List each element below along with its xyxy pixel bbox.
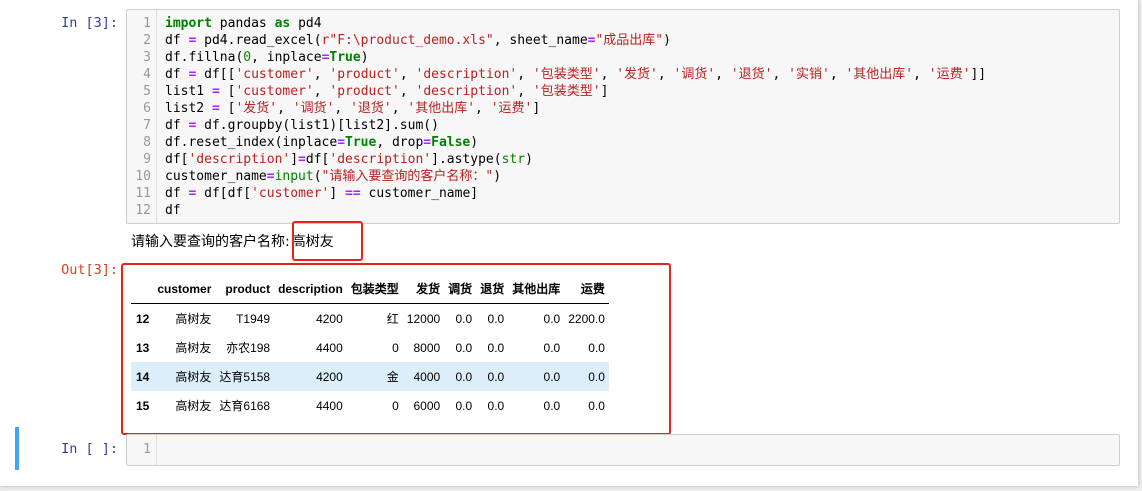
- line-number: 6: [143, 101, 151, 116]
- code-text: list2 = ['发货', '调货', '退货', '其他出库', '运费']: [165, 101, 541, 116]
- line-number: 12: [135, 203, 151, 218]
- cell1-code-editor[interactable]: 1 import pandas as pd4 2 df = pd4.read_exce…: [126, 9, 1120, 224]
- code-text: df.fillna(0, inplace=True): [165, 50, 369, 65]
- code-line[interactable]: 4 df = df[['customer', 'product', 'descri…: [127, 66, 1119, 83]
- code-text: list1 = ['customer', 'product', 'descrip…: [165, 84, 609, 99]
- code-line[interactable]: 6 list2 = ['发货', '调货', '退货', '其他出库', '运费'…: [127, 100, 1119, 117]
- code-text: df.reset_index(inplace=True, drop=False): [165, 135, 479, 150]
- line-number: 1: [143, 442, 151, 457]
- line-number: 9: [143, 152, 151, 167]
- cell1-out-prompt: Out[3]:: [61, 262, 118, 278]
- code-line[interactable]: 5 list1 = ['customer', 'product', 'descri…: [127, 83, 1119, 100]
- code-line[interactable]: 11 df = df[df['customer'] == customer_nam…: [127, 185, 1119, 202]
- input-highlight-box: [292, 221, 363, 261]
- line-number: 8: [143, 135, 151, 150]
- code-text: df = df[['customer', 'product', 'descrip…: [165, 67, 987, 82]
- code-text: import pandas as pd4: [165, 16, 322, 31]
- cell2-in-prompt: In [ ]:: [61, 441, 118, 457]
- code-line[interactable]: 1 import pandas as pd4: [127, 15, 1119, 32]
- code-line[interactable]: 8 df.reset_index(inplace=True, drop=False…: [127, 134, 1119, 151]
- notebook: In [3]: 1 import pandas as pd4 2 df = pd4.r…: [0, 0, 1138, 486]
- code-line[interactable]: 3 df.fillna(0, inplace=True): [127, 49, 1119, 66]
- line-number: 7: [143, 118, 151, 133]
- code-line[interactable]: 9 df['description']=df['description'].ast…: [127, 151, 1119, 168]
- code-line[interactable]: 12 df: [127, 202, 1119, 219]
- code-text: df = df[df['customer'] == customer_name]: [165, 186, 479, 201]
- code-line[interactable]: 10 customer_name=input("请输入要查询的客户名称："): [127, 168, 1119, 185]
- code-line[interactable]: 2 df = pd4.read_excel(r"F:\product_demo.x…: [127, 32, 1119, 49]
- cell1-in-prompt: In [3]:: [61, 15, 118, 31]
- code-text: df['description']=df['description'].asty…: [165, 152, 533, 167]
- code-line[interactable]: 1: [127, 441, 1119, 458]
- code-text: customer_name=input("请输入要查询的客户名称："): [165, 169, 502, 184]
- line-number: 5: [143, 84, 151, 99]
- line-number: 11: [135, 186, 151, 201]
- code-line[interactable]: 7 df = df.groupby(list1)[list2].sum(): [127, 117, 1119, 134]
- cell2-code-editor[interactable]: 1: [126, 434, 1120, 466]
- line-number: 10: [135, 169, 151, 184]
- line-number: 4: [143, 67, 151, 82]
- line-number: 3: [143, 50, 151, 65]
- input-prompt-text: 请输入要查询的客户名称:: [131, 234, 290, 250]
- line-number: 2: [143, 33, 151, 48]
- code-text: df: [165, 203, 181, 218]
- line-number: 1: [143, 16, 151, 31]
- code-text: df = df.groupby(list1)[list2].sum(): [165, 118, 439, 133]
- output-highlight-box: [121, 263, 671, 435]
- code-text: df = pd4.read_excel(r"F:\product_demo.xl…: [165, 33, 671, 48]
